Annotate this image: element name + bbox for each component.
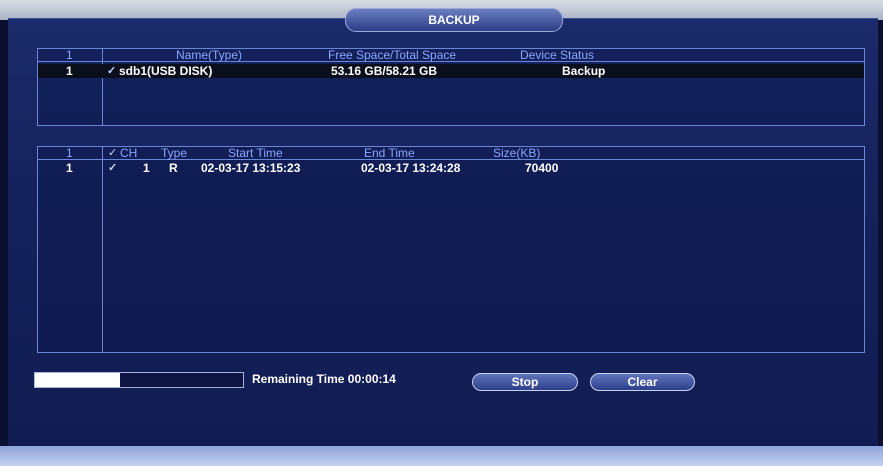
device-row[interactable]: 1 ✓ sdb1(USB DISK) 53.16 GB/58.21 GB Bac… (38, 64, 864, 78)
device-row-checkbox[interactable]: ✓ (107, 64, 116, 77)
file-index-column (38, 147, 103, 352)
file-row-start: 02-03-17 13:15:23 (201, 161, 301, 175)
backup-progress-bar (34, 372, 244, 388)
file-list: 1 ✓ CH Type Start Time End Time Size(KB)… (37, 146, 865, 353)
file-row-index: 1 (66, 161, 73, 175)
device-row-status: Backup (562, 64, 606, 78)
device-header-space[interactable]: Free Space/Total Space (328, 48, 456, 62)
window-bottom-strip (0, 446, 883, 466)
device-header-name[interactable]: Name(Type) (176, 48, 242, 62)
file-row-ch: 1 (143, 161, 150, 175)
file-row-type: R (169, 161, 178, 175)
stop-button[interactable]: Stop (472, 373, 578, 391)
file-header-select-all-checkbox[interactable]: ✓ (108, 146, 117, 159)
file-row-checkbox[interactable]: ✓ (108, 161, 117, 174)
window-title: BACKUP (345, 8, 563, 32)
device-row-name: sdb1(USB DISK) (119, 64, 213, 78)
file-row[interactable]: 1 ✓ 1 R 02-03-17 13:15:23 02-03-17 13:24… (38, 161, 864, 175)
progress-fill (35, 373, 121, 387)
file-header-type[interactable]: Type (161, 146, 187, 160)
file-header-end[interactable]: End Time (364, 146, 415, 160)
file-row-size: 70400 (525, 161, 559, 175)
file-header-start[interactable]: Start Time (228, 146, 283, 160)
file-list-header: 1 ✓ CH Type Start Time End Time Size(KB) (38, 146, 864, 160)
device-row-index: 1 (66, 64, 73, 78)
file-row-end: 02-03-17 13:24:28 (361, 161, 461, 175)
clear-button[interactable]: Clear (590, 373, 695, 391)
device-header-index: 1 (66, 48, 73, 62)
device-header-status[interactable]: Device Status (520, 48, 594, 62)
file-header-index: 1 (66, 146, 73, 160)
device-list-header: 1 Name(Type) Free Space/Total Space Devi… (38, 48, 864, 62)
file-header-ch[interactable]: CH (120, 146, 137, 160)
remaining-time-label: Remaining Time 00:00:14 (252, 372, 396, 386)
device-row-space: 53.16 GB/58.21 GB (331, 64, 438, 78)
file-header-size[interactable]: Size(KB) (493, 146, 540, 160)
device-list: 1 Name(Type) Free Space/Total Space Devi… (37, 48, 865, 126)
